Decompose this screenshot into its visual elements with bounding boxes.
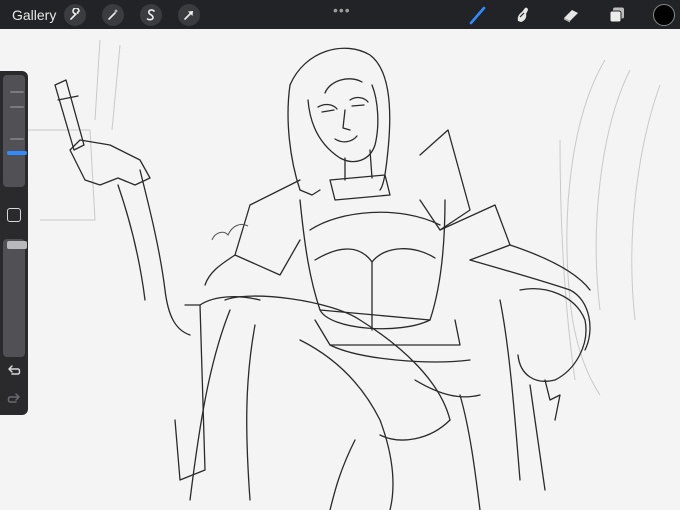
selection-button[interactable] [140, 4, 162, 26]
smudge-icon [517, 7, 528, 23]
smudge-tool-button[interactable] [512, 4, 534, 26]
brush-tool-button[interactable] [467, 4, 489, 26]
layers-button[interactable] [606, 4, 628, 26]
layers-icon [609, 7, 624, 23]
gallery-button[interactable]: Gallery [12, 7, 56, 23]
wrench-icon [70, 8, 80, 20]
transform-button[interactable] [178, 4, 200, 26]
top-toolbar: Gallery ••• [0, 0, 680, 29]
sketch-artwork [28, 39, 661, 510]
brush-icon [469, 6, 486, 25]
eraser-icon [564, 10, 578, 23]
color-picker-button[interactable] [653, 4, 675, 26]
selection-icon [146, 9, 155, 21]
drawing-canvas[interactable] [0, 29, 680, 510]
eraser-tool-button[interactable] [560, 4, 582, 26]
magic-wand-icon [108, 9, 119, 20]
adjustments-button[interactable] [102, 4, 124, 26]
more-handle[interactable]: ••• [333, 2, 351, 18]
actions-button[interactable] [64, 4, 86, 26]
transform-arrow-icon [184, 11, 193, 20]
